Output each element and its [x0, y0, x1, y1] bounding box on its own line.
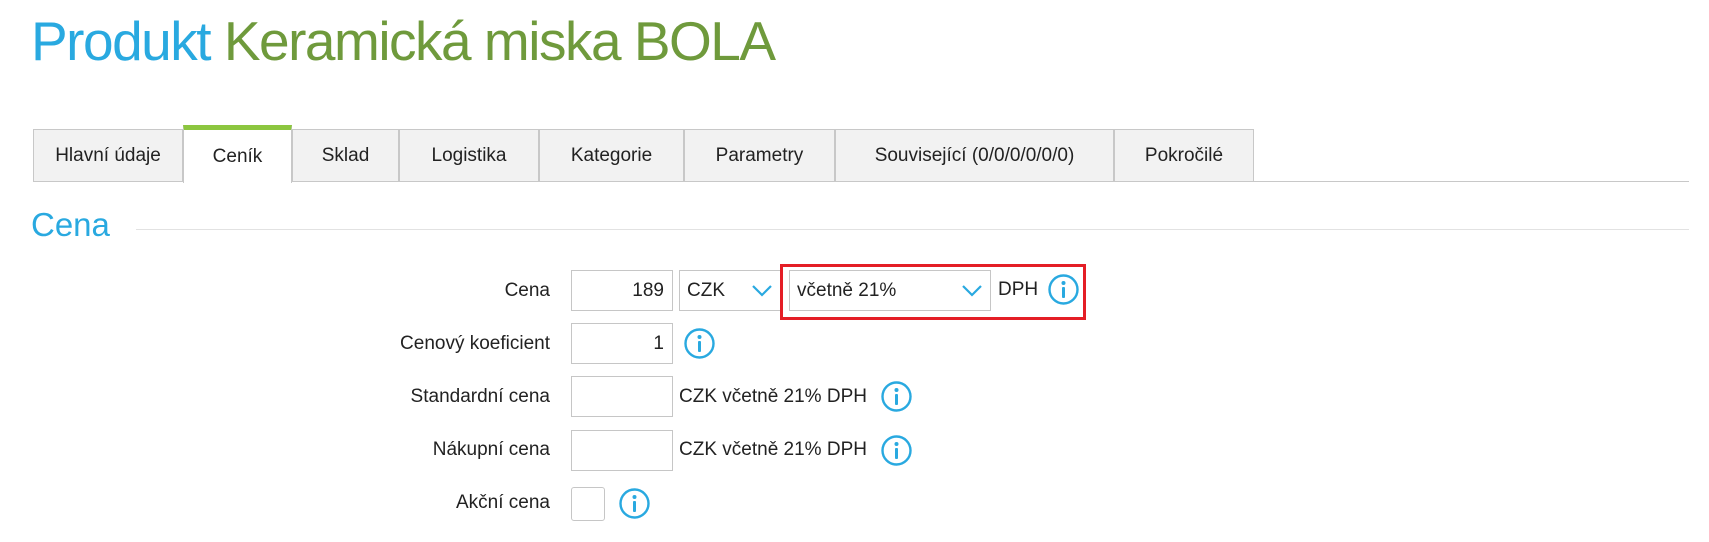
action-price-label: Akční cena — [456, 492, 550, 513]
tab-pricelist[interactable]: Ceník — [183, 125, 292, 183]
tab-stock[interactable]: Sklad — [292, 129, 399, 182]
info-icon[interactable] — [880, 380, 913, 413]
standard-price-label: Standardní cena — [410, 386, 550, 407]
standard-price-suffix: CZK včetně 21% DPH — [679, 386, 867, 407]
price-label: Cena — [504, 280, 550, 301]
section-title: Cena — [31, 206, 110, 243]
info-icon[interactable] — [880, 434, 913, 467]
section-divider — [136, 229, 1689, 230]
action-price-checkbox[interactable] — [571, 487, 605, 521]
purchase-price-label: Nákupní cena — [432, 439, 550, 460]
coefficient-label: Cenový koeficient — [400, 333, 550, 354]
tab-parameters[interactable]: Parametry — [684, 129, 835, 182]
page-title-prefix: Produkt — [31, 10, 212, 72]
tab-main-info[interactable]: Hlavní údaje — [33, 129, 183, 182]
purchase-price-suffix: CZK včetně 21% DPH — [679, 439, 867, 460]
tab-bar: Hlavní údaje Ceník Sklad Logistika Kateg… — [33, 125, 1689, 183]
coefficient-input[interactable]: 1 — [571, 323, 673, 364]
info-icon[interactable] — [618, 487, 651, 520]
page-title-product-name: Keramická miska BOLA — [223, 10, 776, 72]
currency-select[interactable]: CZK — [679, 270, 781, 311]
info-icon[interactable] — [683, 327, 716, 360]
currency-select-value: CZK — [687, 279, 725, 301]
tab-related[interactable]: Související (0/0/0/0/0/0) — [835, 129, 1114, 182]
tab-advanced[interactable]: Pokročilé — [1114, 129, 1254, 182]
page-title: Produkt Keramická miska BOLA — [31, 4, 776, 78]
tab-categories[interactable]: Kategorie — [539, 129, 684, 182]
price-input[interactable]: 189 — [571, 270, 673, 311]
chevron-down-icon — [752, 284, 772, 297]
purchase-price-input[interactable] — [571, 430, 673, 471]
standard-price-input[interactable] — [571, 376, 673, 417]
vat-highlight-box — [780, 264, 1086, 320]
tab-logistics[interactable]: Logistika — [399, 129, 539, 182]
